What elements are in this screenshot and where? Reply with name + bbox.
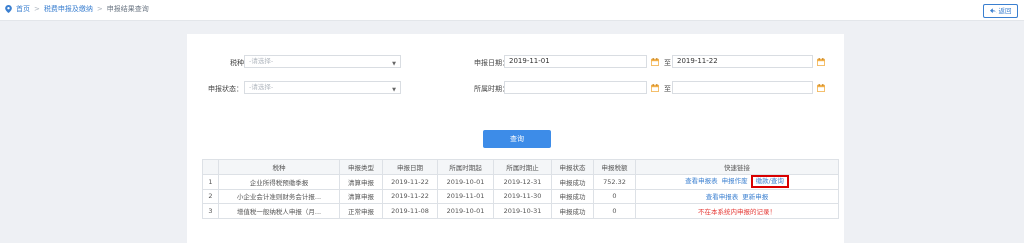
- declare-date-label: 申报日期：: [474, 59, 509, 67]
- row-quick-links: 查看申报表 申报作废 缴款/查询: [635, 174, 839, 190]
- breadcrumb: 首页 > 税费申报及缴纳 > 申报结果查询: [5, 4, 149, 14]
- breadcrumb-separator: >: [96, 5, 103, 13]
- row-index: 1: [202, 174, 219, 190]
- breadcrumb-separator: >: [34, 5, 40, 13]
- update-declaration-link[interactable]: 更新申报: [742, 193, 768, 201]
- breadcrumb-current: 申报结果查询: [106, 5, 149, 13]
- table-row: 3 增值税一般纳税人申报（月... 正常申报 2019-11-08 2019-1…: [202, 203, 839, 219]
- declare-status-label: 申报状态：: [208, 85, 243, 93]
- chevron-down-icon: ▼: [392, 61, 396, 67]
- top-bar: 首页 > 税费申报及缴纳 > 申报结果查询 返回: [0, 0, 1024, 21]
- calendar-icon[interactable]: [651, 58, 659, 66]
- row-type: 清算申报: [339, 174, 383, 190]
- calendar-icon[interactable]: [651, 84, 659, 92]
- declare-status-placeholder: -请选择-: [249, 83, 274, 91]
- row-period-end: 2019-10-31: [493, 203, 552, 219]
- row-index: 2: [202, 188, 219, 204]
- row-tax: 小企业会计准则财务会计报...: [218, 188, 340, 204]
- calendar-icon[interactable]: [817, 58, 825, 66]
- row-period-end: 2019-12-31: [493, 174, 552, 190]
- belong-period-label: 所属时期：: [474, 85, 509, 93]
- search-button[interactable]: 查询: [483, 130, 551, 148]
- col-header-type: 申报类型: [339, 159, 383, 175]
- row-type: 正常申报: [339, 203, 383, 219]
- back-button[interactable]: 返回: [983, 4, 1018, 18]
- view-declaration-link[interactable]: 查看申报表: [706, 193, 739, 201]
- row-period-start: 2019-11-01: [437, 188, 494, 204]
- row-period-start: 2019-10-01: [437, 174, 494, 190]
- declare-date-to-input[interactable]: 2019-11-22: [672, 55, 813, 68]
- col-header-period-end: 所属时期止: [493, 159, 552, 175]
- row-status: 申报成功: [551, 203, 594, 219]
- table-row: 1 企业所得税预缴季报 清算申报 2019-11-22 2019-10-01 2…: [202, 174, 839, 190]
- row-tax: 企业所得税预缴季报: [218, 174, 340, 190]
- row-index: 3: [202, 203, 219, 219]
- calendar-icon[interactable]: [817, 84, 825, 92]
- breadcrumb-home[interactable]: 首页: [16, 4, 30, 14]
- tax-type-placeholder: -请选择-: [249, 57, 274, 65]
- belong-period-from-input[interactable]: [504, 81, 647, 94]
- declare-date-to-value: 2019-11-22: [677, 57, 718, 65]
- back-arrow-icon: [989, 8, 996, 14]
- belong-period-to-input[interactable]: [672, 81, 813, 94]
- view-declaration-link[interactable]: 查看申报表: [685, 177, 718, 185]
- results-table: 税种 申报类型 申报日期 所属时期起 所属时期止 申报状态 申报税额 快速链接 …: [202, 159, 839, 219]
- table-row: 2 小企业会计准则财务会计报... 清算申报 2019-11-22 2019-1…: [202, 188, 839, 204]
- chevron-down-icon: ▼: [392, 87, 396, 93]
- row-date: 2019-11-22: [382, 174, 438, 190]
- col-header-period-start: 所属时期起: [437, 159, 494, 175]
- row-status: 申报成功: [551, 174, 594, 190]
- pay-query-link[interactable]: 缴款/查询: [750, 175, 789, 189]
- row-date: 2019-11-22: [382, 188, 438, 204]
- col-header-tax: 税种: [218, 159, 340, 175]
- period-range-to-label: 至: [664, 85, 671, 93]
- col-header-index: [202, 159, 219, 175]
- query-panel: 税种： -请选择- ▼ 申报日期： 2019-11-01 至 2019-11-2…: [187, 34, 844, 243]
- row-period-start: 2019-10-01: [437, 203, 494, 219]
- void-declaration-link[interactable]: 申报作废: [722, 177, 748, 185]
- col-header-status: 申报状态: [551, 159, 594, 175]
- table-header-row: 税种 申报类型 申报日期 所属时期起 所属时期止 申报状态 申报税额 快速链接: [202, 159, 839, 175]
- row-amount: 0: [593, 188, 636, 204]
- date-range-to-label: 至: [664, 59, 671, 67]
- declare-date-from-value: 2019-11-01: [509, 57, 550, 65]
- location-pin-icon: [5, 5, 12, 13]
- row-quick-links: 查看申报表 更新申报: [635, 188, 839, 204]
- row-amount: 752.32: [593, 174, 636, 190]
- declare-date-from-input[interactable]: 2019-11-01: [504, 55, 647, 68]
- row-amount: 0: [593, 203, 636, 219]
- breadcrumb-tax-declaration[interactable]: 税费申报及缴纳: [44, 4, 93, 14]
- row-tax: 增值税一般纳税人申报（月...: [218, 203, 340, 219]
- row-status: 申报成功: [551, 188, 594, 204]
- row-quick-links: 不在本系统内申报的记录！: [635, 203, 839, 219]
- external-record-notice: 不在本系统内申报的记录！: [698, 207, 776, 216]
- tax-type-select[interactable]: -请选择- ▼: [244, 55, 401, 68]
- back-button-label: 返回: [998, 7, 1012, 15]
- col-header-quick-links: 快速链接: [635, 159, 839, 175]
- row-period-end: 2019-11-30: [493, 188, 552, 204]
- col-header-date: 申报日期: [382, 159, 438, 175]
- row-date: 2019-11-08: [382, 203, 438, 219]
- declare-status-select[interactable]: -请选择- ▼: [244, 81, 401, 94]
- col-header-amount: 申报税额: [593, 159, 636, 175]
- row-type: 清算申报: [339, 188, 383, 204]
